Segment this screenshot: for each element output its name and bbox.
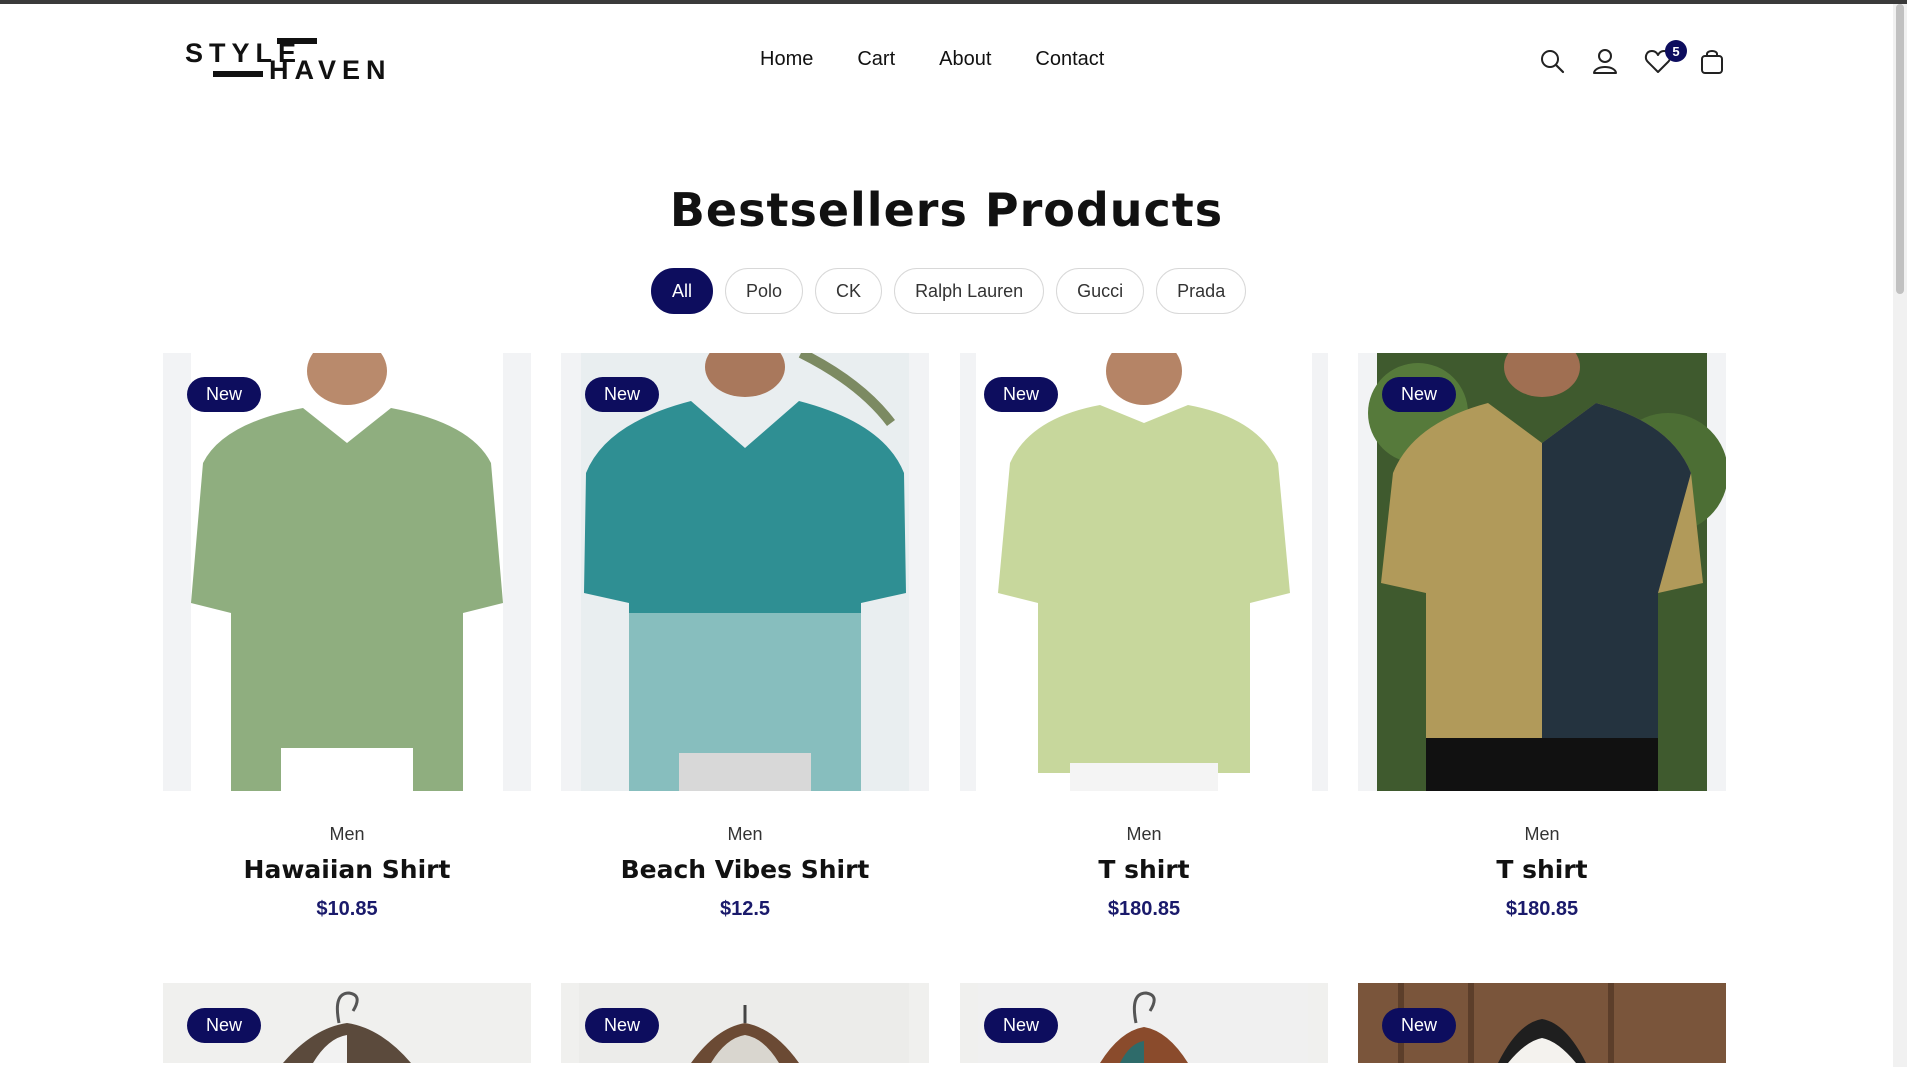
new-badge: New (187, 377, 262, 412)
product-category: Men (329, 824, 365, 844)
product-image[interactable]: New (960, 353, 1328, 791)
filter-prada[interactable]: Prada (1156, 268, 1247, 314)
product-card[interactable]: New Men Beach Vibes Shirt $12.5 (561, 353, 929, 921)
new-badge: New (585, 1008, 660, 1043)
product-price: $12.5 (719, 898, 771, 920)
product-title[interactable]: Beach Vibes Shirt (561, 855, 929, 884)
product-card-partial[interactable]: New (163, 983, 531, 1063)
brand-filter-bar: All Polo CK Ralph Lauren Gucci Prada (651, 268, 1258, 314)
nav-cart[interactable]: Cart (857, 48, 895, 71)
new-badge: New (1382, 377, 1457, 412)
product-price: $180.85 (1505, 898, 1579, 920)
product-image[interactable]: New (1358, 353, 1726, 791)
product-card[interactable]: New Men T shirt $180.85 (1358, 353, 1726, 921)
main-nav: Home Cart About Contact (760, 48, 1104, 71)
nav-contact[interactable]: Contact (1035, 48, 1104, 71)
shirt-shape (998, 405, 1290, 773)
shirt-shape (191, 408, 503, 791)
product-price: $180.85 (1107, 898, 1181, 920)
shopping-bag-icon[interactable] (1697, 46, 1727, 76)
nav-home[interactable]: Home (760, 48, 813, 71)
product-card-partial[interactable]: New (960, 983, 1328, 1063)
product-category: Men (1126, 824, 1162, 844)
product-card-partial[interactable]: New (561, 983, 929, 1063)
product-price: $10.85 (316, 898, 378, 920)
filter-ck[interactable]: CK (815, 268, 883, 314)
new-badge: New (1382, 1008, 1457, 1043)
new-badge: New (585, 377, 660, 412)
new-badge: New (984, 377, 1059, 412)
logo-word-haven: HAVEN (269, 55, 392, 85)
product-image[interactable]: New (561, 353, 929, 791)
filter-gucci[interactable]: Gucci (1056, 268, 1145, 314)
search-icon[interactable] (1537, 46, 1567, 76)
filter-ralph-lauren[interactable]: Ralph Lauren (894, 268, 1045, 314)
filter-polo[interactable]: Polo (725, 268, 804, 314)
product-title[interactable]: Hawaiian Shirt (163, 855, 531, 884)
section-title: Bestsellers Products (669, 183, 1224, 237)
page-scrollbar[interactable] (1893, 4, 1907, 1067)
product-category: Men (1524, 824, 1560, 844)
product-card-partial[interactable]: New (1358, 983, 1726, 1063)
product-category: Men (727, 824, 763, 844)
header-icons (1537, 46, 1727, 78)
filter-all[interactable]: All (651, 268, 714, 314)
product-title[interactable]: T shirt (1358, 855, 1726, 884)
new-badge: New (187, 1008, 262, 1043)
product-card[interactable]: New Men Hawaiian Shirt $10.85 (163, 353, 531, 921)
browser-top-border (0, 0, 1907, 4)
product-image[interactable]: New (163, 353, 531, 791)
site-logo[interactable]: STYLE HAVEN (185, 38, 386, 85)
user-icon[interactable] (1590, 46, 1620, 76)
product-card[interactable]: New Men T shirt $180.85 (960, 353, 1328, 921)
scrollbar-thumb[interactable] (1896, 4, 1904, 294)
nav-about[interactable]: About (939, 48, 991, 71)
wishlist-count-badge: 5 (1665, 40, 1687, 62)
new-badge: New (984, 1008, 1059, 1043)
product-title[interactable]: T shirt (960, 855, 1328, 884)
logo-bar-bottom (213, 71, 263, 77)
